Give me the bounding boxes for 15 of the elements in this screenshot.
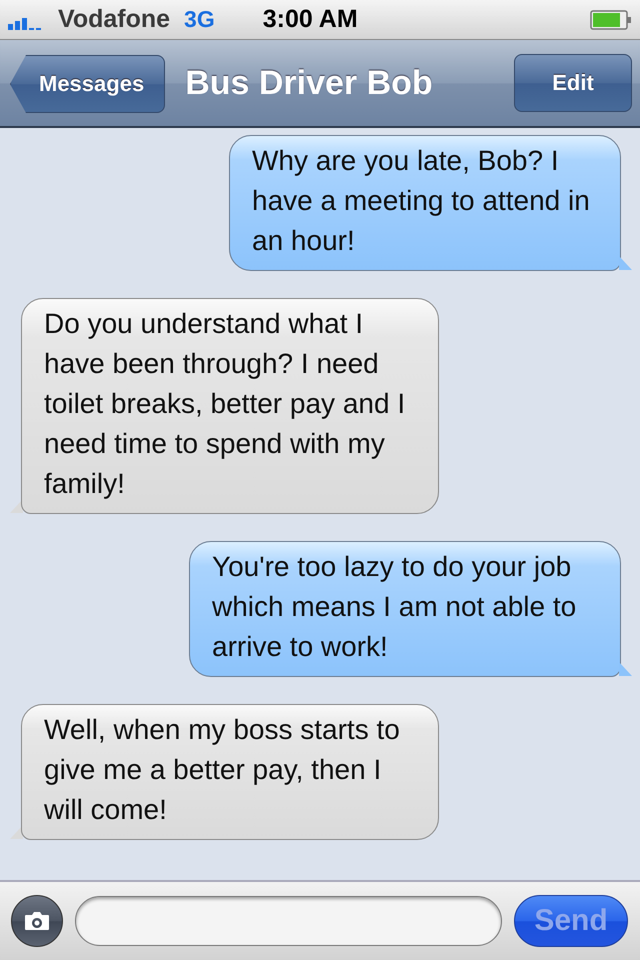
back-button[interactable]: Messages <box>10 55 166 113</box>
message-bubble: Well, when my boss starts to give me a better pay, then I will come! <box>21 704 439 840</box>
message-input[interactable] <box>75 896 502 946</box>
message-bubble: Do you understand what I have been through? I need toilet breaks, better pay and I need time to spend with my family! <box>21 298 439 514</box>
carrier-name: Vodafone <box>58 5 170 34</box>
message-bubble: Why are you late, Bob? I have a meeting to attend in an hour! <box>229 135 621 271</box>
camera-icon <box>24 911 50 931</box>
signal-icon <box>8 16 44 30</box>
battery-icon <box>590 10 632 30</box>
clock-time: 3:00 AM <box>262 5 358 34</box>
camera-button[interactable] <box>11 895 63 947</box>
network-type: 3G <box>184 6 215 33</box>
edit-button[interactable]: Edit <box>514 54 632 112</box>
conversation-title: Bus Driver Bob <box>185 64 434 102</box>
message-bubble: You're too lazy to do your job which means I am not able to arrive to work! <box>189 541 621 677</box>
